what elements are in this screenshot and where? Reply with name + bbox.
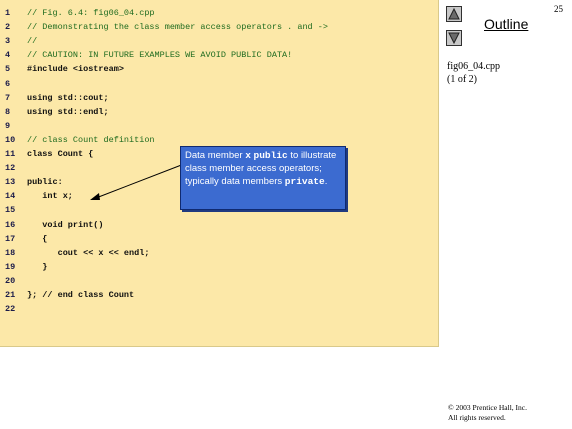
code-line: 3 // bbox=[0, 34, 438, 48]
code-text: cout << x << endl; bbox=[27, 247, 150, 258]
line-number: 6 bbox=[5, 78, 11, 89]
code-line: 18 cout << x << endl; bbox=[0, 246, 438, 260]
code-line: 17 { bbox=[0, 232, 438, 246]
code-line: 7 using std::cout; bbox=[0, 91, 438, 105]
line-number: 3 bbox=[5, 36, 11, 47]
nav-up-button[interactable] bbox=[446, 6, 462, 22]
line-number: 2 bbox=[5, 22, 11, 33]
code-text: // CAUTION: IN FUTURE EXAMPLES WE AVOID … bbox=[27, 50, 293, 61]
line-number: 15 bbox=[5, 205, 16, 216]
triangle-down-icon bbox=[448, 32, 460, 44]
line-number: 1 bbox=[5, 8, 11, 18]
outline-link[interactable]: Outline bbox=[484, 16, 528, 32]
code-line: 22 bbox=[0, 302, 438, 316]
code-line: 9 bbox=[0, 119, 438, 133]
callout-text-4: . bbox=[324, 176, 328, 187]
line-number: 19 bbox=[5, 261, 16, 272]
line-number: 9 bbox=[5, 120, 11, 131]
callout-text-1: Data member bbox=[185, 150, 246, 161]
line-number: 12 bbox=[5, 163, 16, 174]
code-text: // bbox=[27, 36, 38, 47]
rights-notice: All rights reserved. bbox=[448, 413, 506, 422]
code-text: #include <iostream> bbox=[27, 64, 124, 75]
code-line: 20 bbox=[0, 274, 438, 288]
line-number: 20 bbox=[5, 275, 16, 286]
code-text: public: bbox=[27, 177, 63, 188]
code-text: using std::endl; bbox=[27, 106, 109, 117]
code-line: 21 }; // end class Count bbox=[0, 288, 438, 302]
callout-code-public: public bbox=[253, 150, 288, 161]
code-line: 1 // Fig. 6.4: fig06_04.cpp bbox=[0, 6, 438, 20]
code-text: // class Count definition bbox=[27, 134, 155, 145]
code-text: using std::cout; bbox=[27, 92, 109, 103]
line-number: 18 bbox=[5, 247, 16, 258]
line-number: 7 bbox=[5, 92, 11, 103]
code-line: 16 void print() bbox=[0, 218, 438, 232]
line-number: 10 bbox=[5, 134, 16, 145]
code-line: 6 bbox=[0, 77, 438, 91]
code-text: void print() bbox=[27, 219, 104, 230]
line-number: 5 bbox=[5, 64, 11, 75]
triangle-up-icon bbox=[448, 8, 460, 20]
file-name: fig06_04.cpp bbox=[447, 61, 501, 72]
line-number: 8 bbox=[5, 106, 11, 117]
line-number: 22 bbox=[5, 304, 16, 315]
line-number: 13 bbox=[5, 177, 16, 188]
code-text: // Fig. 6.4: fig06_04.cpp bbox=[27, 8, 155, 18]
code-line: 8 using std::endl; bbox=[0, 105, 438, 119]
callout-code-private: private bbox=[284, 176, 325, 187]
code-line: 10 // class Count definition bbox=[0, 133, 438, 147]
line-number: 4 bbox=[5, 50, 11, 61]
code-line: 5 #include <iostream> bbox=[0, 62, 438, 76]
line-number: 21 bbox=[5, 290, 16, 300]
page-number: 25 bbox=[554, 4, 563, 14]
code-text: { bbox=[27, 233, 48, 244]
line-number: 17 bbox=[5, 233, 16, 244]
callout-box: Data member x public to illustrate class… bbox=[180, 146, 346, 210]
nav-down-button[interactable] bbox=[446, 30, 462, 46]
line-number: 16 bbox=[5, 219, 16, 230]
code-text: } bbox=[27, 261, 48, 272]
copyright-notice: © 2003 Prentice Hall, Inc. bbox=[448, 403, 528, 412]
line-number: 11 bbox=[5, 149, 16, 159]
code-text: int x; bbox=[27, 191, 73, 202]
code-text: }; // end class Count bbox=[27, 290, 135, 300]
page-count: (1 of 2) bbox=[447, 74, 477, 85]
code-line: 2 // Demonstrating the class member acces… bbox=[0, 20, 438, 34]
code-line: 19 } bbox=[0, 260, 438, 274]
code-line: 4 // CAUTION: IN FUTURE EXAMPLES WE AVOID… bbox=[0, 48, 438, 62]
code-text: // Demonstrating the class member access… bbox=[27, 22, 328, 33]
line-number: 14 bbox=[5, 191, 16, 202]
code-text: class Count { bbox=[27, 149, 94, 159]
